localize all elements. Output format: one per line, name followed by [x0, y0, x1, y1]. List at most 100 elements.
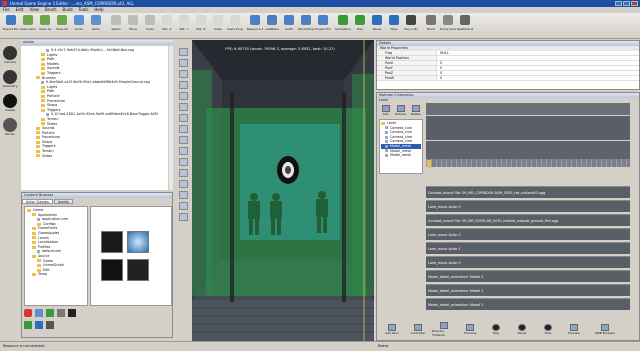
matinee-timeline-button[interactable]: Timeline: [458, 323, 482, 335]
matinee-add-item-button[interactable]: Add Item: [380, 323, 404, 335]
toolbar-button-5[interactable]: Redo: [88, 13, 104, 38]
toolbar-button-26[interactable]: Realtime Render: [457, 13, 473, 38]
matinee-controller-button[interactable]: Controller: [406, 323, 430, 335]
toolbar-button-7[interactable]: Move: [125, 13, 141, 38]
select-tool-icon[interactable]: [179, 48, 188, 56]
fx-tool-icon[interactable]: [179, 180, 188, 188]
matinee-preview-button[interactable]: Preview: [562, 323, 586, 335]
toolbar-button-15[interactable]: LastBake: [264, 13, 280, 38]
group-item[interactable]: Model_mesh: [381, 153, 421, 158]
tab-actor-classes[interactable]: Actor Classes: [22, 199, 53, 204]
orbit-tool-icon[interactable]: [179, 114, 188, 122]
track-row[interactable]: Lane_move Actor 1: [426, 242, 630, 254]
zoom-tool-icon[interactable]: [179, 125, 188, 133]
toolbar-button-16[interactable]: AnIM: [281, 13, 297, 38]
folder-icon[interactable]: [46, 321, 54, 329]
matinee-play-button[interactable]: Play: [484, 323, 508, 335]
track-row[interactable]: Model_dekel_animation: Model 2: [426, 298, 630, 310]
matinee-reload-button[interactable]: Reload: [394, 105, 407, 116]
toolbar-button-20[interactable]: Play: [352, 13, 368, 38]
toolbar-button-22[interactable]: Stop: [386, 13, 402, 38]
grid-view-icon[interactable]: [57, 309, 65, 317]
toolbar-button-25[interactable]: Prune Scene: [440, 13, 456, 38]
refresh-icon[interactable]: [24, 321, 32, 329]
toolbar-button-2[interactable]: Save As: [37, 13, 53, 38]
camera-tool-icon[interactable]: [179, 92, 188, 100]
asset-thumb-1[interactable]: [101, 231, 123, 253]
property-value[interactable]: 0: [437, 61, 639, 65]
minimize-button[interactable]: [615, 1, 622, 6]
asset-thumb-4[interactable]: [127, 259, 149, 281]
grid-tool-icon[interactable]: [179, 147, 188, 155]
property-value[interactable]: [437, 56, 639, 60]
actors-tree[interactable]: 0.4 c5c7-9eb37d-4b0c-9fa4e1-...5e16b6.Bo…: [21, 46, 173, 190]
toolbar-button-9[interactable]: Rot. X: [159, 13, 175, 38]
matinee-pause-button[interactable]: Pause: [510, 323, 534, 335]
property-row[interactable]: PosW 0: [377, 76, 639, 81]
image-view-icon[interactable]: [68, 309, 76, 317]
toolbar-button-10[interactable]: Rot. Y: [176, 13, 192, 38]
timeline-ruler[interactable]: [426, 159, 630, 167]
toolbar-button-1[interactable]: Save Game: [20, 13, 36, 38]
toolbar-button-12[interactable]: Scale: [210, 13, 226, 38]
timeline-row-3[interactable]: [426, 141, 630, 161]
rotate-tool-icon[interactable]: [179, 70, 188, 78]
tree-item[interactable]: Vistas: [31, 154, 173, 159]
timeline-row-1[interactable]: [426, 103, 630, 115]
content-tree[interactable]: Game Application application.xml Configs Gam…: [24, 206, 88, 306]
light-tool-icon[interactable]: [179, 158, 188, 166]
property-value[interactable]: 0: [437, 66, 639, 70]
toolbar-button-11[interactable]: Rot. Z: [193, 13, 209, 38]
playhead[interactable]: [427, 160, 431, 168]
import-icon[interactable]: [35, 309, 43, 317]
toolbar-button-6[interactable]: Select: [108, 13, 124, 38]
toolbar-button-3[interactable]: Save All: [54, 13, 70, 38]
3d-viewport[interactable]: [192, 40, 374, 341]
add-icon[interactable]: [46, 309, 54, 317]
tree-item[interactable]: Temp: [27, 272, 87, 277]
matinee-delete-button[interactable]: Delete: [409, 105, 422, 116]
matinee-director-timeline-button[interactable]: Director Timeline: [432, 321, 456, 337]
mode-button-1[interactable]: Geometry: [0, 70, 20, 88]
toolbar-button-13[interactable]: Scale Proportional: [227, 13, 243, 38]
toolbar-button-24[interactable]: Build: [423, 13, 439, 38]
property-value[interactable]: 0: [437, 76, 639, 80]
matinee-stop-button[interactable]: Stop: [536, 323, 560, 335]
actors-scrollbar[interactable]: [168, 46, 173, 190]
toolbar-button-23[interactable]: Play (CE): [403, 13, 419, 38]
property-value[interactable]: NULL: [437, 51, 639, 55]
toolbar-button-17[interactable]: World Props: [298, 13, 314, 38]
property-value[interactable]: 0: [437, 71, 639, 75]
toolbar-button-21[interactable]: Pause: [369, 13, 385, 38]
matinee-group-list[interactable]: Level Camera_cine Camera_cine Camera_cine Ca…: [379, 119, 423, 174]
mode-button-0[interactable]: Camera: [0, 46, 20, 64]
maximize-button[interactable]: [623, 1, 630, 6]
asset-thumb-3[interactable]: [101, 259, 123, 281]
asset-thumb-2[interactable]: [127, 231, 149, 253]
matinee-add-button[interactable]: Add: [379, 105, 392, 116]
toolbar-button-18[interactable]: Project Props: [315, 13, 331, 38]
toolbar-button-0[interactable]: Export Browser: [3, 13, 19, 38]
track-row[interactable]: Combat_sound File: 09_MR_DOOR-AR_0030_mi…: [426, 214, 630, 226]
toolbar-button-8[interactable]: Scale: [142, 13, 158, 38]
track-row[interactable]: Model_dekel_animation: Model 0: [426, 270, 630, 282]
filter-icon[interactable]: [35, 321, 43, 329]
mode-button-2[interactable]: Create: [0, 94, 20, 112]
track-row[interactable]: Model_dekel_animation: Model 1: [426, 284, 630, 296]
move-tool-icon[interactable]: [179, 59, 188, 67]
track-row[interactable]: Lane_move Actor 0: [426, 228, 630, 240]
path-tool-icon[interactable]: [179, 202, 188, 210]
mode-button-3[interactable]: Terrain: [0, 118, 20, 136]
hide-tool-icon[interactable]: [179, 213, 188, 221]
matinee-wpb-browser-button[interactable]: WPB Browser: [588, 323, 622, 335]
scale-tool-icon[interactable]: [179, 81, 188, 89]
pan-tool-icon[interactable]: [179, 103, 188, 111]
stop-icon[interactable]: [24, 309, 32, 317]
wire-tool-icon[interactable]: [179, 169, 188, 177]
toolbar-button-4[interactable]: Undo: [71, 13, 87, 38]
timeline-row-2[interactable]: [426, 116, 630, 140]
track-row[interactable]: Lane_move Actor 0: [426, 256, 630, 268]
track-row[interactable]: Lane_move Actor 0: [426, 200, 630, 212]
track-row[interactable]: Combat_sound File: 09_MR_CORRIDOR-ASM_00…: [426, 186, 630, 198]
toolbar-button-14[interactable]: Resource Browser: [247, 13, 263, 38]
